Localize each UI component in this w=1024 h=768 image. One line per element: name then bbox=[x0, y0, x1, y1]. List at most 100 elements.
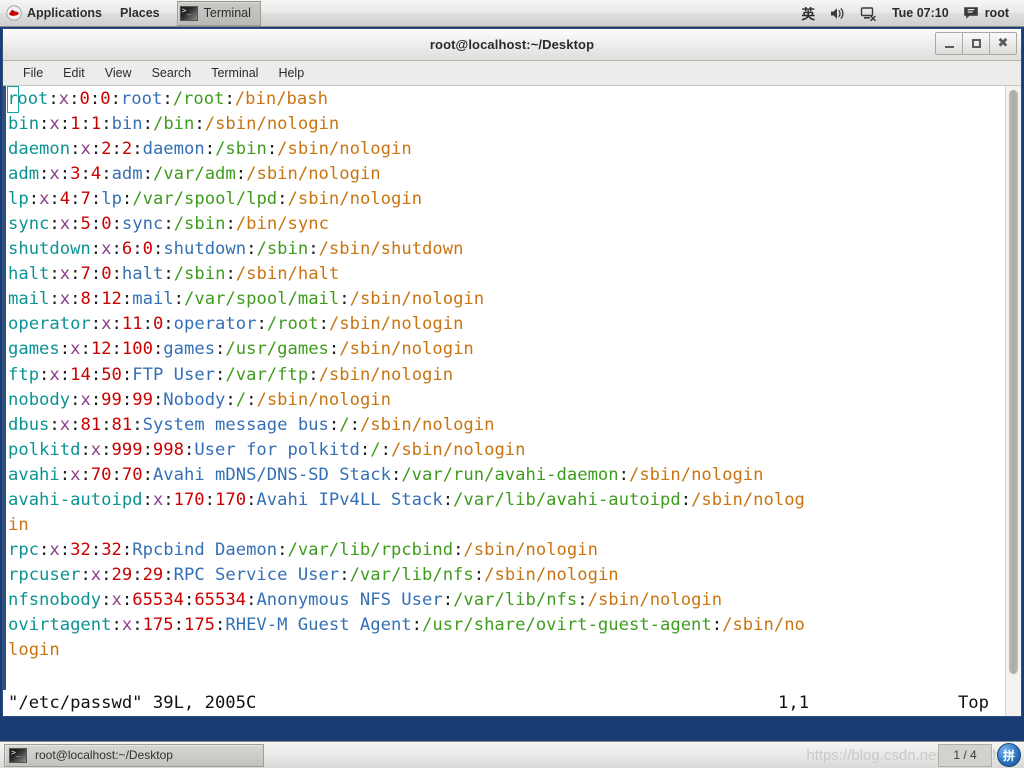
speaker-icon[interactable] bbox=[822, 0, 853, 27]
vim-line: bin:x:1:1:bin:/bin:/sbin/nologin bbox=[8, 112, 1005, 137]
close-button[interactable]: ✖ bbox=[989, 32, 1017, 55]
vim-token: : bbox=[59, 164, 71, 185]
vim-token: /sbin/nologin bbox=[628, 464, 764, 485]
menu-search[interactable]: Search bbox=[142, 61, 202, 86]
vim-token: : bbox=[277, 189, 288, 210]
vim-token: : bbox=[225, 214, 236, 235]
vim-token: : bbox=[70, 414, 81, 435]
vim-token: : bbox=[142, 164, 153, 185]
menu-file[interactable]: File bbox=[13, 61, 53, 86]
vim-token: : bbox=[132, 139, 143, 160]
vim-token: 99 bbox=[132, 389, 153, 410]
vim-token: /sbin/nologin bbox=[587, 589, 723, 610]
vim-token: : bbox=[246, 489, 257, 510]
message-icon[interactable] bbox=[956, 0, 983, 27]
vim-token: halt bbox=[8, 264, 50, 285]
vim-token: : bbox=[59, 364, 71, 385]
user-menu-label[interactable]: root bbox=[983, 0, 1016, 27]
vim-token: : bbox=[121, 289, 133, 310]
vim-line: shutdown:x:6:0:shutdown:/sbin:/sbin/shut… bbox=[8, 237, 1005, 262]
vim-line: halt:x:7:0:halt:/sbin:/sbin/halt bbox=[8, 262, 1005, 287]
vim-token: : bbox=[163, 314, 174, 335]
vim-token: /var/spool/lpd bbox=[132, 189, 278, 210]
fcitx-icon[interactable]: 拼 bbox=[997, 743, 1021, 767]
vim-token: 12 bbox=[90, 339, 112, 360]
vim-token: x bbox=[58, 89, 70, 109]
vim-line: ovirtagent:x:175:175:RHEV-M Guest Agent:… bbox=[8, 613, 1005, 638]
vim-token: : bbox=[163, 264, 174, 285]
applications-menu[interactable]: Applications bbox=[0, 0, 111, 27]
vim-token: / bbox=[339, 414, 350, 435]
vim-token: 14 bbox=[70, 364, 91, 385]
vim-line: rpc:x:32:32:Rpcbind Daemon:/var/lib/rpcb… bbox=[8, 538, 1005, 563]
vim-token: / bbox=[370, 439, 381, 460]
maximize-button[interactable] bbox=[962, 32, 990, 55]
vim-token: 81 bbox=[111, 414, 133, 435]
vim-token: /var/adm bbox=[152, 164, 236, 185]
vim-token: nobody bbox=[8, 389, 71, 410]
vim-token: : bbox=[70, 139, 81, 160]
vim-token: bin bbox=[8, 114, 40, 135]
vim-token: halt bbox=[121, 264, 164, 285]
vim-token: : bbox=[80, 464, 91, 485]
vim-token: : bbox=[121, 364, 133, 385]
vim-line: ftp:x:14:50:FTP User:/var/ftp:/sbin/nolo… bbox=[8, 363, 1005, 388]
vim-token: x bbox=[59, 289, 71, 310]
window-titlebar[interactable]: root@localhost:~/Desktop ✖ bbox=[3, 29, 1021, 61]
vim-token: /var/ftp bbox=[225, 364, 309, 385]
vim-token: in bbox=[8, 514, 29, 535]
vim-token: : bbox=[101, 114, 112, 135]
vim-token: : bbox=[70, 289, 81, 310]
vim-token: 6 bbox=[121, 239, 133, 260]
terminal-scrollbar[interactable] bbox=[1005, 86, 1021, 716]
vim-token: shutdown bbox=[163, 239, 247, 260]
taskbar-window-terminal[interactable]: Terminal bbox=[176, 0, 261, 26]
vim-token: /var/spool/mail bbox=[184, 289, 340, 310]
vim-token: /sbin bbox=[215, 139, 267, 160]
minimize-button[interactable] bbox=[935, 32, 963, 55]
vim-token: /sbin/nologin bbox=[390, 439, 526, 460]
vim-line: in bbox=[8, 513, 1005, 538]
menu-help[interactable]: Help bbox=[268, 61, 314, 86]
taskbar-item-terminal[interactable]: root@localhost:~/Desktop bbox=[4, 743, 264, 767]
terminal-scrollbar-thumb[interactable] bbox=[1009, 90, 1018, 674]
places-menu-label: Places bbox=[120, 6, 160, 20]
vim-token: : bbox=[70, 389, 81, 410]
vim-token: 170 bbox=[173, 489, 205, 510]
vim-token: 1 bbox=[90, 114, 102, 135]
network-disconnected-icon[interactable] bbox=[853, 0, 885, 27]
vim-token: /sbin/nologin bbox=[339, 339, 474, 360]
vim-token: 1 bbox=[70, 114, 81, 135]
vim-token: : bbox=[89, 89, 101, 109]
vim-token: /sbin/nologin bbox=[204, 114, 340, 135]
vim-token: /var/lib/nfs bbox=[349, 564, 474, 585]
input-method-indicator[interactable]: 英 bbox=[794, 0, 822, 27]
menu-view[interactable]: View bbox=[95, 61, 142, 86]
vim-token: x bbox=[59, 414, 71, 435]
vim-token: : bbox=[121, 539, 133, 560]
vim-token: : bbox=[308, 364, 319, 385]
vim-token: /var/lib/avahi-autoipd bbox=[453, 489, 681, 510]
vim-token: /usr/share/ovirt-guest-agent bbox=[422, 614, 712, 635]
vim-token: : bbox=[49, 289, 60, 310]
vim-token: : bbox=[90, 214, 102, 235]
menu-terminal[interactable]: Terminal bbox=[201, 61, 268, 86]
places-menu[interactable]: Places bbox=[111, 0, 169, 27]
vim-token: /sbin/nologin bbox=[287, 189, 423, 210]
vim-buffer[interactable]: root:x:0:0:root:/root:/bin/bash bin:x:1:1… bbox=[3, 86, 1005, 716]
applications-menu-label: Applications bbox=[27, 6, 103, 20]
vim-token: ftp bbox=[8, 364, 40, 385]
menu-edit[interactable]: Edit bbox=[53, 61, 95, 86]
vim-token: x bbox=[59, 264, 71, 285]
terminal-body[interactable]: root:x:0:0:root:/root:/bin/bash bin:x:1:1… bbox=[3, 86, 1021, 716]
vim-token: x bbox=[101, 314, 112, 335]
vim-token: x bbox=[90, 439, 102, 460]
vim-token: : bbox=[246, 589, 257, 610]
vim-token: 4 bbox=[90, 164, 102, 185]
vim-token: Anonymous NFS User bbox=[256, 589, 443, 610]
vim-token: : bbox=[215, 614, 226, 635]
clock[interactable]: Tue 07:10 bbox=[885, 0, 956, 27]
vim-token: x bbox=[39, 189, 50, 210]
vim-token: User for polkitd bbox=[194, 439, 360, 460]
workspace-switcher[interactable]: 1 / 4 bbox=[938, 743, 992, 767]
